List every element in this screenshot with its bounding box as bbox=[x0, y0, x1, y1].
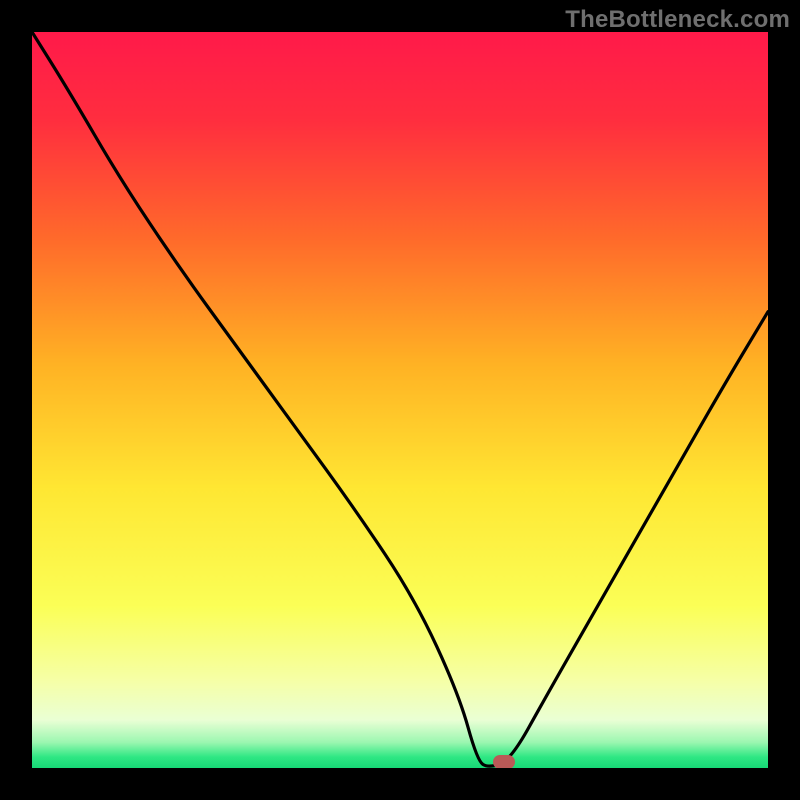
optimal-marker bbox=[493, 755, 515, 768]
plot-area bbox=[32, 32, 768, 768]
chart-frame: TheBottleneck.com bbox=[0, 0, 800, 800]
watermark-text: TheBottleneck.com bbox=[565, 6, 790, 34]
gradient-background bbox=[32, 32, 768, 768]
